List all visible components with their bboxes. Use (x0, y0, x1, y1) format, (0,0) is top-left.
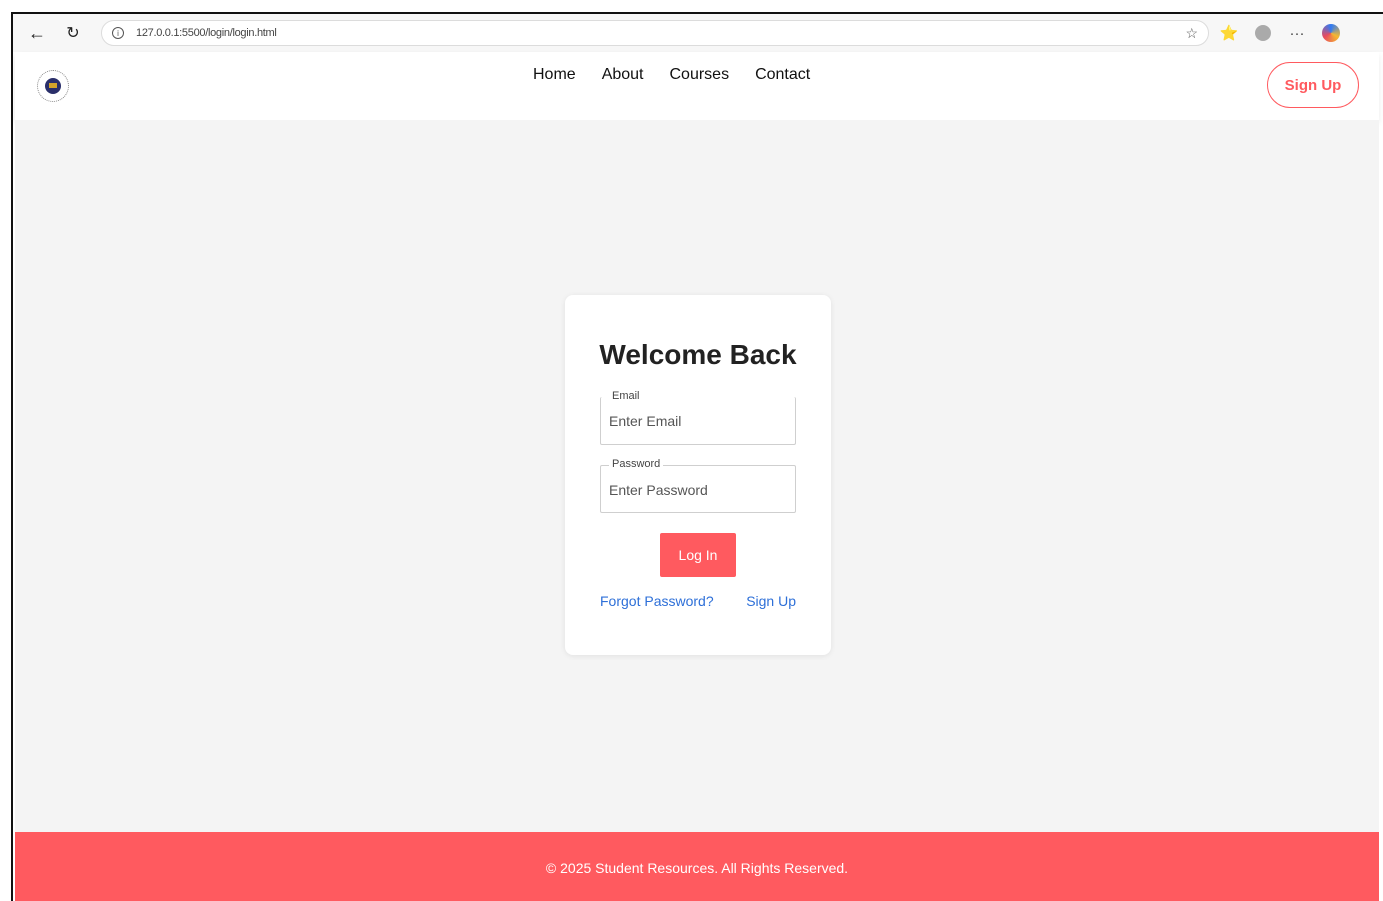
site-footer: © 2025 Student Resources. All Rights Res… (15, 832, 1379, 901)
back-arrow-icon[interactable]: ← (23, 19, 51, 47)
password-field: Password (600, 458, 796, 513)
login-title: Welcome Back (599, 339, 797, 370)
copilot-icon[interactable] (1317, 19, 1345, 47)
site-header: Home About Courses Contact Sign Up (15, 52, 1379, 120)
password-input[interactable] (609, 482, 784, 498)
nav-home[interactable]: Home (533, 66, 576, 84)
password-legend: Password (609, 458, 664, 470)
profile-icon[interactable] (1249, 19, 1277, 47)
nav-courses[interactable]: Courses (670, 66, 730, 84)
more-menu-icon[interactable]: ··· (1283, 19, 1311, 47)
email-legend: Email (609, 390, 643, 402)
browser-toolbar: ← ↻ i 127.0.0.1:5500/login/login.html ☆ … (13, 14, 1383, 52)
address-bar[interactable]: i 127.0.0.1:5500/login/login.html ☆ (101, 20, 1209, 46)
nav-contact[interactable]: Contact (755, 66, 810, 84)
info-icon[interactable]: i (112, 27, 124, 39)
logo-emblem (45, 78, 61, 94)
refresh-icon[interactable]: ↻ (59, 19, 87, 47)
url-text[interactable]: 127.0.0.1:5500/login/login.html (136, 27, 277, 39)
forgot-password-link[interactable]: Forgot Password? (600, 593, 714, 609)
email-field: Email (600, 390, 796, 445)
avatar (1255, 25, 1271, 41)
favorites-icon[interactable]: ⭐ (1215, 19, 1243, 47)
login-card: Welcome Back Email Password Log In Forgo… (565, 295, 831, 655)
header-signup-button[interactable]: Sign Up (1267, 62, 1359, 108)
signup-link[interactable]: Sign Up (746, 593, 796, 609)
login-links: Forgot Password? Sign Up (600, 593, 796, 609)
copilot-logo (1322, 24, 1340, 42)
nav-about[interactable]: About (602, 66, 644, 84)
browser-window: ← ↻ i 127.0.0.1:5500/login/login.html ☆ … (11, 12, 1383, 901)
favorite-star-icon[interactable]: ☆ (1185, 25, 1198, 42)
email-input[interactable] (609, 413, 784, 429)
login-button[interactable]: Log In (660, 533, 736, 577)
main-nav: Home About Courses Contact (533, 66, 810, 84)
main-content: Welcome Back Email Password Log In Forgo… (15, 120, 1379, 832)
site-logo-icon[interactable] (37, 70, 69, 102)
footer-copyright: © 2025 Student Resources. All Rights Res… (545, 859, 849, 876)
